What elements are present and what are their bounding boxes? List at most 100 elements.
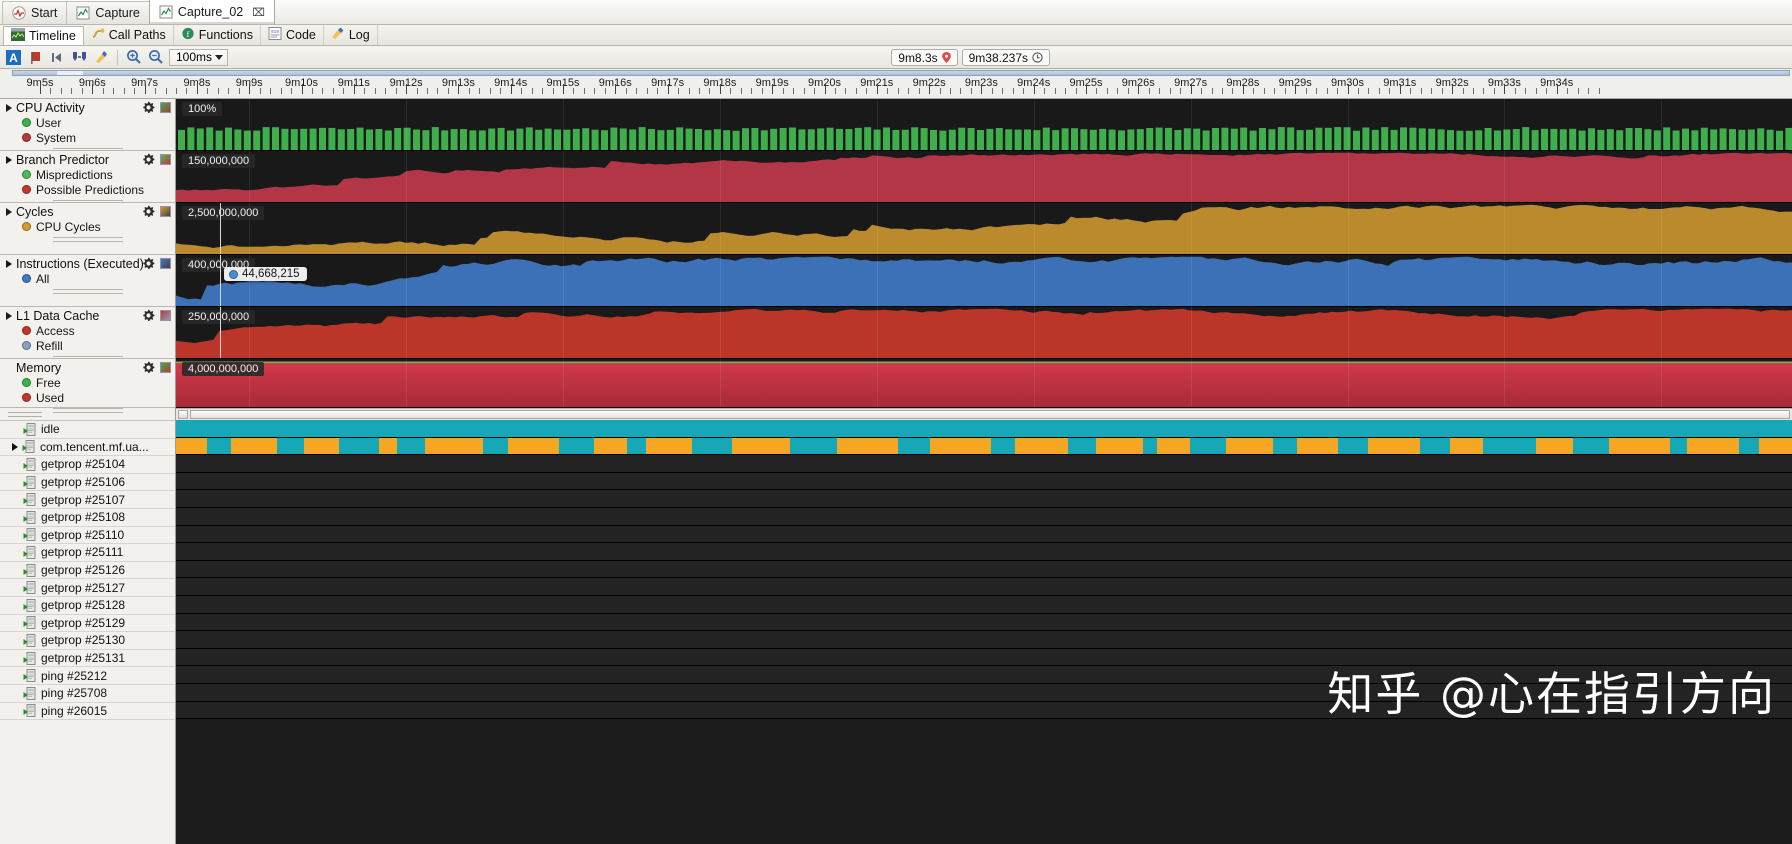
process-row[interactable]: getprop #25131 xyxy=(0,649,175,668)
track-resize-grip[interactable] xyxy=(0,405,175,415)
track-settings-gear-icon[interactable] xyxy=(142,205,155,218)
bookmark-flag-button[interactable] xyxy=(27,49,44,66)
process-row[interactable]: getprop #25108 xyxy=(0,508,175,527)
track-color-swatch[interactable] xyxy=(160,310,171,321)
scroll-thumb[interactable] xyxy=(190,410,1790,419)
tab-code[interactable]: 010 Code xyxy=(261,25,324,45)
process-row[interactable]: getprop #25106 xyxy=(0,473,175,492)
process-row[interactable]: ping #25708 xyxy=(0,684,175,703)
thread-lane[interactable] xyxy=(176,560,1792,579)
series-item[interactable]: User xyxy=(0,115,175,130)
thread-lane[interactable] xyxy=(176,613,1792,632)
series-item[interactable]: Refill xyxy=(0,338,175,353)
track-resize-grip[interactable] xyxy=(0,234,175,244)
thread-lane[interactable] xyxy=(176,595,1792,614)
zoom-level-select[interactable]: 100ms xyxy=(169,48,229,66)
graph-track-branch-predictor[interactable]: 150,000,000 xyxy=(176,151,1792,203)
track-color-swatch[interactable] xyxy=(160,102,171,113)
process-row[interactable]: getprop #25130 xyxy=(0,632,175,650)
thread-lane[interactable] xyxy=(176,455,1792,473)
process-row[interactable]: getprop #25104 xyxy=(0,456,175,474)
range-end-box[interactable]: 9m38.237s xyxy=(961,49,1050,66)
series-item[interactable]: Mispredictions xyxy=(0,167,175,182)
track-group-l1-data-cache[interactable]: L1 Data Cache Access Refill xyxy=(0,307,175,361)
thread-lane[interactable] xyxy=(176,543,1792,561)
process-row[interactable]: getprop #25127 xyxy=(0,579,175,597)
track-settings-gear-icon[interactable] xyxy=(142,101,155,114)
thread-lane[interactable] xyxy=(176,437,1792,456)
ruler-scrollbar-thumb[interactable] xyxy=(57,71,83,75)
track-settings-gear-icon[interactable] xyxy=(142,153,155,166)
track-settings-gear-icon[interactable] xyxy=(142,361,155,374)
graph-track-l1-data-cache[interactable]: 250,000,000 xyxy=(176,307,1792,359)
tab-timeline[interactable]: Timeline xyxy=(3,26,84,45)
track-group-branch-predictor[interactable]: Branch Predictor Mispredictions Possible P… xyxy=(0,151,175,205)
range-markers-button[interactable] xyxy=(71,49,88,66)
zoom-in-button[interactable] xyxy=(125,49,142,66)
zoom-out-button[interactable] xyxy=(147,49,164,66)
track-group-instructions-executed-[interactable]: Instructions (Executed) All xyxy=(0,255,175,307)
tab-call-paths[interactable]: Call Paths xyxy=(84,25,174,45)
track-color-swatch[interactable] xyxy=(160,154,171,165)
series-item[interactable]: Free xyxy=(0,375,175,390)
graph-horizontal-scrollbar[interactable] xyxy=(176,408,1792,420)
expand-arrow-icon[interactable] xyxy=(12,442,18,451)
tab-log[interactable]: Log xyxy=(324,25,378,45)
graph-track-instructions-executed-[interactable]: 400,000,000 44,668,215 xyxy=(176,255,1792,307)
track-resize-grip[interactable] xyxy=(0,286,175,296)
scroll-left-button[interactable] xyxy=(178,410,188,419)
series-item[interactable]: Access xyxy=(0,323,175,338)
graph-track-cpu-activity[interactable]: 100% xyxy=(176,99,1792,151)
series-item[interactable]: All xyxy=(0,271,175,286)
time-ruler[interactable]: 9m5s 9m6s 9m7s 9m8s 9m9s 9m10s 9m11s 9m12s 9m13s… xyxy=(0,69,1792,99)
range-start-box[interactable]: 9m8.3s xyxy=(891,49,958,66)
process-icon xyxy=(23,563,36,577)
track-color-swatch[interactable] xyxy=(160,258,171,269)
series-item[interactable]: Possible Predictions xyxy=(0,182,175,197)
goto-marker-button[interactable] xyxy=(49,49,66,66)
process-row[interactable]: ping #26015 xyxy=(0,702,175,721)
close-icon[interactable]: ⌧ xyxy=(252,6,265,19)
annotation-a-button[interactable]: A xyxy=(5,49,22,66)
process-row[interactable]: getprop #25110 xyxy=(0,526,175,545)
thread-lane[interactable] xyxy=(176,507,1792,526)
editor-tab-capture[interactable]: Capture xyxy=(66,1,150,24)
process-row[interactable]: getprop #25107 xyxy=(0,491,175,509)
clear-markers-button[interactable] xyxy=(93,49,110,66)
editor-tab-start[interactable]: Start xyxy=(2,1,68,24)
thread-lane[interactable] xyxy=(176,631,1792,649)
track-group-cycles[interactable]: Cycles CPU Cycles xyxy=(0,203,175,255)
track-settings-gear-icon[interactable] xyxy=(142,309,155,322)
track-settings-gear-icon[interactable] xyxy=(142,257,155,270)
process-row[interactable]: getprop #25128 xyxy=(0,596,175,615)
expand-arrow-icon[interactable] xyxy=(6,207,12,216)
series-item[interactable]: Used xyxy=(0,390,175,405)
tab-functions[interactable]: f Functions xyxy=(174,25,261,45)
track-color-swatch[interactable] xyxy=(160,206,171,217)
ruler-scrollbar[interactable] xyxy=(12,70,1790,76)
thread-lane[interactable] xyxy=(176,490,1792,508)
series-item[interactable]: CPU Cycles xyxy=(0,219,175,234)
expand-arrow-icon[interactable] xyxy=(6,103,12,112)
editor-tab-capture-02[interactable]: Capture_02 ⌧ xyxy=(148,0,275,24)
expand-arrow-icon[interactable] xyxy=(6,155,12,164)
process-row[interactable]: ping #25212 xyxy=(0,667,175,685)
process-row[interactable]: idle xyxy=(0,421,175,439)
process-row[interactable]: com.tencent.mf.ua... xyxy=(0,438,175,457)
graph-track-memory[interactable]: 4,000,000,000 xyxy=(176,359,1792,408)
thread-lane[interactable] xyxy=(176,420,1792,438)
process-row[interactable]: getprop #25129 xyxy=(0,614,175,633)
thread-lane[interactable] xyxy=(176,578,1792,596)
series-item[interactable]: System xyxy=(0,130,175,145)
thread-lane[interactable] xyxy=(176,472,1792,491)
thread-lane[interactable] xyxy=(176,525,1792,544)
graph-track-cycles[interactable]: 2,500,000,000 xyxy=(176,203,1792,255)
track-group-label: Memory xyxy=(16,360,62,375)
process-row[interactable]: getprop #25126 xyxy=(0,561,175,580)
expand-arrow-icon[interactable] xyxy=(6,259,12,268)
track-group-memory[interactable]: Memory Free Used xyxy=(0,359,175,413)
track-color-swatch[interactable] xyxy=(160,362,171,373)
process-row[interactable]: getprop #25111 xyxy=(0,544,175,562)
track-group-cpu-activity[interactable]: CPU Activity User System xyxy=(0,99,175,153)
expand-arrow-icon[interactable] xyxy=(6,311,12,320)
